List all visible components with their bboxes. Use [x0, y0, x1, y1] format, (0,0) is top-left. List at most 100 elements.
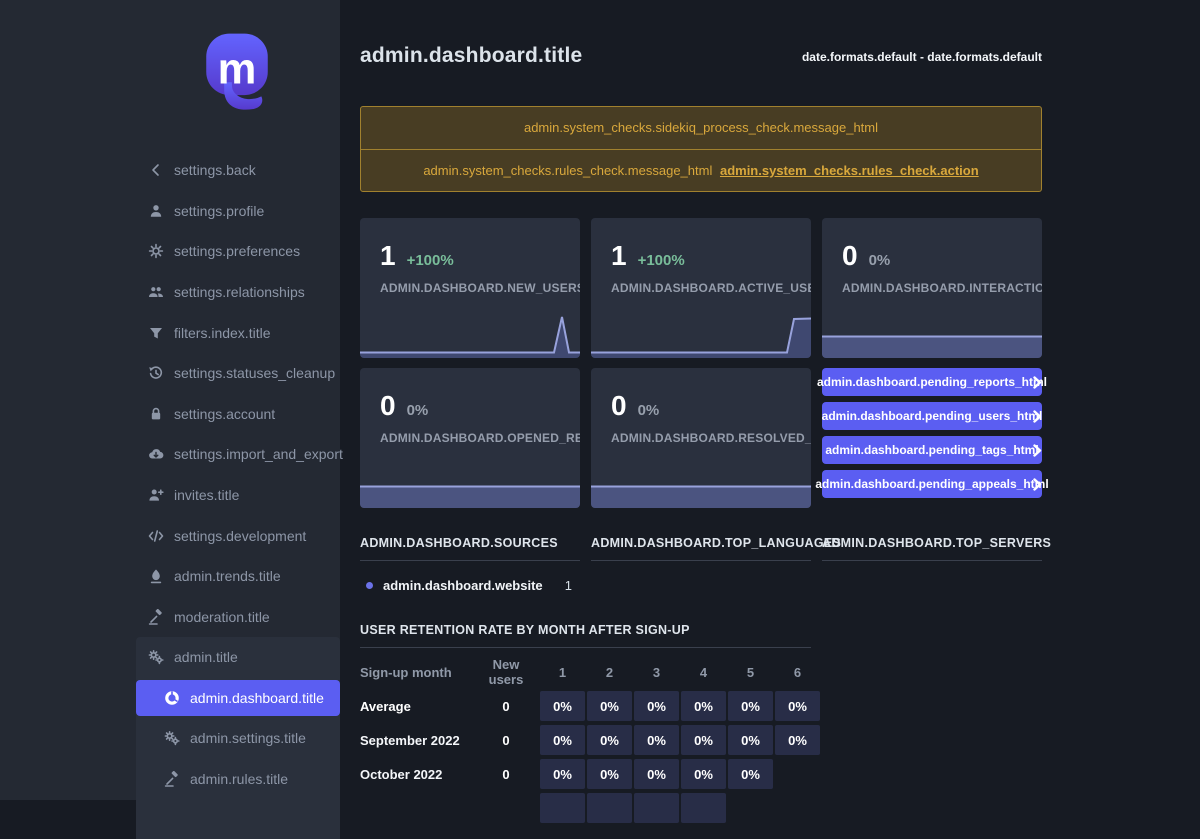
- chevron-right-icon: [1033, 444, 1042, 457]
- divider: [360, 560, 580, 561]
- sparkline-chart: [360, 463, 580, 508]
- sparkline-chart: [360, 313, 580, 358]
- new-users-value: 0: [474, 699, 538, 714]
- sidebar-item-admin[interactable]: admin.title: [136, 637, 340, 678]
- rules-check-action-link[interactable]: admin.system_checks.rules_check.action: [720, 163, 979, 178]
- rules-check-text: admin.system_checks.rules_check.message_…: [423, 163, 712, 178]
- divider: [591, 560, 811, 561]
- row-label: October 2022: [360, 767, 472, 782]
- sidebar-item-filters[interactable]: filters.index.title: [136, 312, 340, 353]
- stat-card-opened-reports: 00% ADMIN.DASHBOARD.OPENED_REPORTS: [360, 368, 580, 508]
- chevron-right-icon: [1033, 376, 1042, 389]
- sidebar-item-import-export[interactable]: settings.import_and_export: [136, 434, 340, 475]
- dashboard-cards: 1 +100% ADMIN.DASHBOARD.NEW_USERS 1+100% …: [360, 218, 1042, 508]
- sidebar-item-label: settings.import_and_export: [174, 446, 343, 462]
- sidebar-item-label: admin.rules.title: [190, 771, 288, 787]
- sidebar-item-settings-relationships[interactable]: settings.relationships: [136, 272, 340, 313]
- sidebar-item-label: settings.development: [174, 528, 306, 544]
- sidebar-item-invites[interactable]: invites.title: [136, 475, 340, 516]
- retention-cell: 0%: [540, 691, 585, 721]
- retention-cell: 0%: [540, 759, 585, 789]
- retention-cell: 0%: [540, 725, 585, 755]
- stat-change: +100%: [407, 252, 454, 269]
- sidebar-item-trends[interactable]: admin.trends.title: [136, 556, 340, 597]
- sidebar-item-admin-settings[interactable]: admin.settings.title: [136, 718, 340, 759]
- stat-change: 0%: [869, 252, 891, 269]
- sidebar-item-admin-dashboard[interactable]: admin.dashboard.title: [136, 680, 340, 716]
- retention-title: USER RETENTION RATE BY MONTH AFTER SIGN-…: [360, 623, 811, 637]
- retention-cell: 0%: [634, 691, 679, 721]
- sidekiq-check-message: admin.system_checks.sidekiq_process_chec…: [361, 107, 1041, 149]
- chevron-right-icon: [1033, 478, 1042, 491]
- pending-users-link[interactable]: admin.dashboard.pending_users_html: [822, 402, 1042, 430]
- sidebar-item-settings-account[interactable]: settings.account: [136, 394, 340, 435]
- source-value: 1: [565, 578, 572, 593]
- sparkline-chart: [591, 463, 811, 508]
- pending-appeals-link[interactable]: admin.dashboard.pending_appeals_html: [822, 470, 1042, 498]
- sources-title: ADMIN.DASHBOARD.SOURCES: [360, 536, 580, 550]
- pending-tags-link[interactable]: admin.dashboard.pending_tags_html: [822, 436, 1042, 464]
- people-icon: [148, 284, 164, 300]
- pending-link-label: admin.dashboard.pending_reports_html: [817, 375, 1047, 389]
- source-label: admin.dashboard.website: [383, 578, 543, 593]
- column-header-signup-month: Sign-up month: [360, 665, 472, 680]
- sidebar-item-statuses-cleanup[interactable]: settings.statuses_cleanup: [136, 353, 340, 394]
- stat-card-interactions: 0 0% ADMIN.DASHBOARD.INTERACTIONS: [822, 218, 1042, 358]
- sidebar-item-settings-back[interactable]: settings.back: [136, 150, 340, 191]
- row-label: September 2022: [360, 733, 472, 748]
- sidebar-item-label: settings.preferences: [174, 243, 300, 259]
- sidebar-item-development[interactable]: settings.development: [136, 515, 340, 556]
- chevron-left-icon: [148, 162, 164, 178]
- funnel-icon: [148, 325, 164, 341]
- sidebar-item-label: admin.settings.title: [190, 730, 306, 746]
- stat-label: ADMIN.DASHBOARD.INTERACTIONS: [842, 281, 1042, 295]
- sidebar-item-label: filters.index.title: [174, 325, 270, 341]
- top-servers-title: ADMIN.DASHBOARD.TOP_SERVERS: [822, 536, 1042, 550]
- sidebar-item-label: settings.profile: [174, 203, 264, 219]
- code-icon: [148, 528, 164, 544]
- sidebar-item-settings-profile[interactable]: settings.profile: [136, 191, 340, 232]
- sidebar-item-label: settings.statuses_cleanup: [174, 365, 335, 381]
- date-range: date.formats.default - date.formats.defa…: [802, 50, 1042, 64]
- retention-cell: [634, 793, 679, 823]
- stat-value: 1: [380, 240, 396, 272]
- top-servers-section: ADMIN.DASHBOARD.TOP_SERVERS: [822, 536, 1042, 593]
- new-users-value: 0: [474, 733, 538, 748]
- cloud-download-icon: [148, 446, 164, 462]
- row-label: Average: [360, 699, 472, 714]
- admin-nav-group: admin.title admin.dashboard.title admin.…: [136, 637, 340, 839]
- sidebar-nav: settings.back settings.profile settings.…: [136, 150, 340, 839]
- mastodon-logo[interactable]: m: [196, 26, 278, 118]
- retention-cell: 0%: [775, 725, 820, 755]
- sidebar-item-label: moderation.title: [174, 609, 270, 625]
- stat-value: 0: [611, 390, 627, 422]
- retention-cell: 0%: [681, 759, 726, 789]
- retention-cell: [540, 793, 585, 823]
- pending-reports-link[interactable]: admin.dashboard.pending_reports_html: [822, 368, 1042, 396]
- divider: [360, 647, 811, 648]
- stat-value: 0: [842, 240, 858, 272]
- stat-card-active-users: 1+100% ADMIN.DASHBOARD.ACTIVE_USERS: [591, 218, 811, 358]
- bullet-icon: [366, 582, 373, 589]
- sidebar-item-admin-rules[interactable]: admin.rules.title: [136, 758, 340, 799]
- new-users-value: 0: [474, 767, 538, 782]
- stat-label: ADMIN.DASHBOARD.NEW_USERS: [380, 281, 580, 295]
- person-icon: [148, 203, 164, 219]
- retention-cell: 0%: [681, 725, 726, 755]
- sidebar-item-settings-preferences[interactable]: settings.preferences: [136, 231, 340, 272]
- retention-row-september-2022: September 2022 0 0% 0% 0% 0% 0% 0%: [360, 725, 811, 755]
- sidebar-item-label: settings.back: [174, 162, 256, 178]
- gavel-icon: [164, 771, 180, 787]
- lock-icon: [148, 406, 164, 422]
- rules-check-message: admin.system_checks.rules_check.message_…: [361, 149, 1041, 191]
- stat-card-new-users: 1 +100% ADMIN.DASHBOARD.NEW_USERS: [360, 218, 580, 358]
- sidebar-item-label: invites.title: [174, 487, 239, 503]
- gear-icon: [148, 243, 164, 259]
- sidebar-item-moderation[interactable]: moderation.title: [136, 597, 340, 638]
- sidebar-item-label: admin.trends.title: [174, 568, 281, 584]
- stat-label: ADMIN.DASHBOARD.OPENED_REPORTS: [380, 431, 580, 445]
- page-title: admin.dashboard.title: [360, 44, 582, 68]
- retention-row-october-2022: October 2022 0 0% 0% 0% 0% 0%: [360, 759, 811, 789]
- column-header-month-3: 3: [634, 665, 679, 680]
- pending-link-label: admin.dashboard.pending_users_html: [822, 409, 1043, 423]
